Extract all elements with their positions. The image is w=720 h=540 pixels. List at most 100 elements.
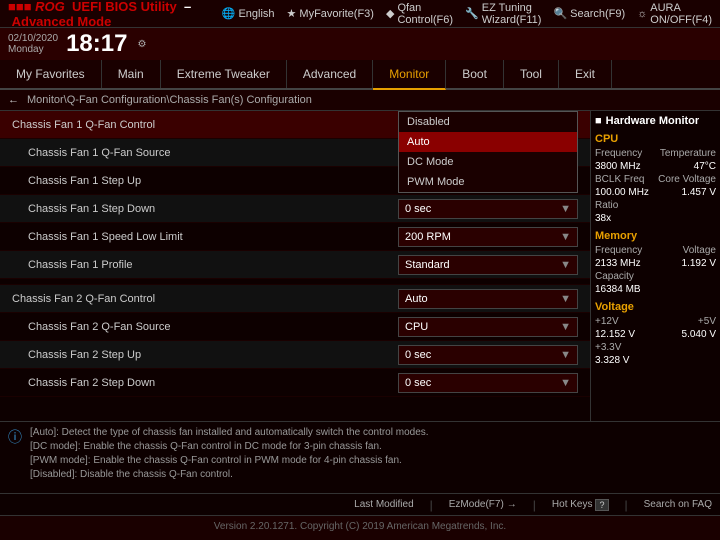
chassis2-source-value[interactable]: CPU ▼ xyxy=(398,317,578,337)
hw-volt-labels-row: +12V +5V xyxy=(595,316,716,327)
hw-volt33-label-row: +3.3V xyxy=(595,342,716,353)
last-modified-item: Last Modified xyxy=(354,499,413,510)
globe-icon: 🌐 xyxy=(222,7,236,20)
chassis1-qfan-label: Chassis Fan 1 Q-Fan Control xyxy=(12,119,398,131)
chassis2-qfan-label: Chassis Fan 2 Q-Fan Control xyxy=(12,293,398,305)
wand-icon: 🔧 xyxy=(465,7,479,20)
divider-1: | xyxy=(430,498,433,512)
chassis1-profile-value[interactable]: Standard ▼ xyxy=(398,255,578,275)
aura-icon: ☼ xyxy=(637,8,647,20)
dropdown-arrow-4: ▼ xyxy=(560,259,571,271)
tab-extreme-tweaker[interactable]: Extreme Tweaker xyxy=(161,60,287,88)
setting-row-chassis1-stepdown[interactable]: Chassis Fan 1 Step Down 0 sec ▼ xyxy=(0,195,590,223)
monitor-icon: ■ xyxy=(595,115,602,127)
chassis2-stepup-label: Chassis Fan 2 Step Up xyxy=(12,349,398,361)
chassis1-speedlimit-value[interactable]: 200 RPM ▼ xyxy=(398,227,578,247)
hw-memory-section: Memory xyxy=(595,230,716,242)
hw-cpu-section: CPU xyxy=(595,133,716,145)
tab-main[interactable]: Main xyxy=(102,60,161,88)
hw-volt33-val-row: 3.328 V xyxy=(595,355,716,366)
hw-cpu-freq-row: Frequency Temperature xyxy=(595,148,716,159)
chassis2-stepup-value[interactable]: 0 sec ▼ xyxy=(398,345,578,365)
setting-row-chassis2-source[interactable]: Chassis Fan 2 Q-Fan Source CPU ▼ xyxy=(0,313,590,341)
day-display: Monday xyxy=(8,44,44,55)
aura-btn[interactable]: ☼ AURA ON/OFF(F4) xyxy=(637,2,712,26)
main-layout: Chassis Fan 1 Q-Fan Control Auto ▼ Disab… xyxy=(0,111,720,421)
hw-mem-cap-val-row: 16384 MB xyxy=(595,284,716,295)
setting-row-chassis1-profile[interactable]: Chassis Fan 1 Profile Standard ▼ xyxy=(0,251,590,279)
setting-row-chassis1-qfan[interactable]: Chassis Fan 1 Q-Fan Control Auto ▼ Disab… xyxy=(0,111,590,139)
hw-voltage-section: Voltage xyxy=(595,301,716,313)
info-icon: ⓘ xyxy=(8,428,22,489)
dropdown-auto[interactable]: Auto xyxy=(399,132,577,152)
dropdown-arrow-8: ▼ xyxy=(560,377,571,389)
ez-mode-item[interactable]: EzMode(F7) → xyxy=(449,499,517,510)
search-faq-item[interactable]: Search on FAQ xyxy=(644,499,712,510)
tab-tool[interactable]: Tool xyxy=(504,60,559,88)
window-title: ■■■ ROG UEFI BIOS Utility – Advanced Mod… xyxy=(8,0,222,29)
chassis1-stepdown-label: Chassis Fan 1 Step Down xyxy=(12,203,398,215)
footer: Version 2.20.1271. Copyright (C) 2019 Am… xyxy=(0,515,720,537)
hw-cpu-ratio-val-row: 38x xyxy=(595,213,716,224)
hw-cpu-bclk-row: BCLK Freq Core Voltage xyxy=(595,174,716,185)
left-panel: Chassis Fan 1 Q-Fan Control Auto ▼ Disab… xyxy=(0,111,590,421)
hw-cpu-freq-val-row: 3800 MHz 47°C xyxy=(595,161,716,172)
tab-boot[interactable]: Boot xyxy=(446,60,504,88)
star-icon: ★ xyxy=(287,7,297,20)
info-bar: ⓘ [Auto]: Detect the type of chassis fan… xyxy=(0,421,720,493)
info-text: [Auto]: Detect the type of chassis fan i… xyxy=(30,426,712,489)
hw-monitor-title: ■ Hardware Monitor xyxy=(595,115,716,127)
fan-icon: ◆ xyxy=(386,7,394,20)
time-display: 18:17 xyxy=(66,30,127,58)
tab-exit[interactable]: Exit xyxy=(559,60,612,88)
date-display: 02/10/2020 xyxy=(8,33,58,44)
hw-mem-vals-row: 2133 MHz 1.192 V xyxy=(595,258,716,269)
chassis2-stepdown-label: Chassis Fan 2 Step Down xyxy=(12,377,398,389)
dropdown-arrow-7: ▼ xyxy=(560,349,571,361)
ez-mode-arrow: → xyxy=(507,499,517,510)
back-button[interactable]: ← xyxy=(8,94,19,106)
tab-monitor[interactable]: Monitor xyxy=(373,60,446,90)
chassis2-source-label: Chassis Fan 2 Q-Fan Source xyxy=(12,321,398,333)
setting-row-chassis2-stepdown[interactable]: Chassis Fan 2 Step Down 0 sec ▼ xyxy=(0,369,590,397)
tab-advanced[interactable]: Advanced xyxy=(287,60,373,88)
search-btn[interactable]: 🔍 Search(F9) xyxy=(553,7,625,20)
dropdown-arrow-5: ▼ xyxy=(560,293,571,305)
settings-icon[interactable]: ⚙ xyxy=(137,39,146,50)
nav-tabs: My Favorites Main Extreme Tweaker Advanc… xyxy=(0,60,720,90)
chassis1-profile-label: Chassis Fan 1 Profile xyxy=(12,259,398,271)
search-icon: 🔍 xyxy=(553,7,567,20)
hotkeys-key-badge: ? xyxy=(595,499,608,511)
setting-row-chassis2-stepup[interactable]: Chassis Fan 2 Step Up 0 sec ▼ xyxy=(0,341,590,369)
dropdown-dc-mode[interactable]: DC Mode xyxy=(399,152,577,172)
dropdown-arrow-2: ▼ xyxy=(560,203,571,215)
eztuning-btn[interactable]: 🔧 EZ Tuning Wizard(F11) xyxy=(465,2,541,26)
divider-3: | xyxy=(625,498,628,512)
top-bar-icons: 🌐 English ★ MyFavorite(F3) ◆ Qfan Contro… xyxy=(222,2,712,26)
dropdown-pwm-mode[interactable]: PWM Mode xyxy=(399,172,577,192)
myfavorites-btn[interactable]: ★ MyFavorite(F3) xyxy=(287,7,374,20)
hw-volt-vals-row: 12.152 V 5.040 V xyxy=(595,329,716,340)
hot-keys-item[interactable]: Hot Keys ? xyxy=(552,499,609,511)
setting-row-chassis2-qfan[interactable]: Chassis Fan 2 Q-Fan Control Auto ▼ xyxy=(0,285,590,313)
tab-my-favorites[interactable]: My Favorites xyxy=(0,60,102,88)
hw-mem-cap-label-row: Capacity xyxy=(595,271,716,282)
dropdown-disabled[interactable]: Disabled xyxy=(399,112,577,132)
chassis2-qfan-value[interactable]: Auto ▼ xyxy=(398,289,578,309)
chassis1-stepdown-value[interactable]: 0 sec ▼ xyxy=(398,199,578,219)
chassis2-stepdown-value[interactable]: 0 sec ▼ xyxy=(398,373,578,393)
chassis1-speedlimit-label: Chassis Fan 1 Speed Low Limit xyxy=(12,231,398,243)
hw-mem-labels-row: Frequency Voltage xyxy=(595,245,716,256)
breadcrumb-bar: ← Monitor\Q-Fan Configuration\Chassis Fa… xyxy=(0,90,720,111)
top-bar: ■■■ ROG UEFI BIOS Utility – Advanced Mod… xyxy=(0,0,720,28)
language-selector[interactable]: 🌐 English xyxy=(222,7,275,20)
right-panel: ■ Hardware Monitor CPU Frequency Tempera… xyxy=(590,111,720,421)
breadcrumb: Monitor\Q-Fan Configuration\Chassis Fan(… xyxy=(27,94,312,106)
qfan-btn[interactable]: ◆ Qfan Control(F6) xyxy=(386,2,453,26)
hw-cpu-ratio-row: Ratio xyxy=(595,200,716,211)
datetime-bar: 02/10/2020 Monday 18:17 ⚙ xyxy=(0,28,720,60)
setting-row-chassis1-speedlimit[interactable]: Chassis Fan 1 Speed Low Limit 200 RPM ▼ xyxy=(0,223,590,251)
dropdown-arrow-3: ▼ xyxy=(560,231,571,243)
divider-2: | xyxy=(533,498,536,512)
action-bar: Last Modified | EzMode(F7) → | Hot Keys … xyxy=(0,493,720,515)
